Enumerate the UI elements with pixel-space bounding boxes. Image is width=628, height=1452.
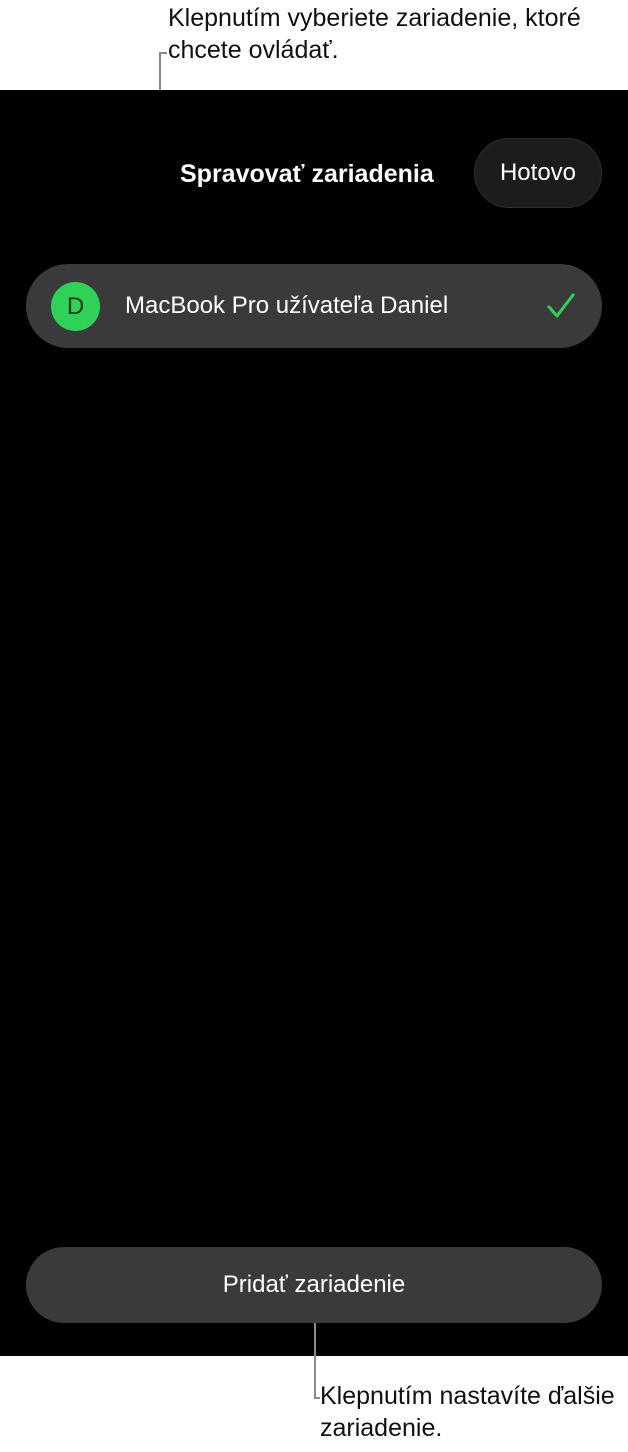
done-button[interactable]: Hotovo (474, 138, 602, 208)
device-avatar: D (51, 282, 100, 331)
checkmark-icon (547, 293, 575, 318)
callout-top-leader-tick (159, 52, 167, 54)
callout-bottom-leader-line (314, 1323, 316, 1399)
add-device-button[interactable]: Pridať zariadenie (26, 1247, 602, 1323)
callout-select-device: Klepnutím vyberiete zariadenie, ktoré ch… (168, 4, 581, 64)
page-title: Spravovať zariadenia (180, 160, 434, 188)
callout-add-device: Klepnutím nastavíte ďalšie zariadenie. (320, 1382, 615, 1442)
device-row-macbook[interactable]: D MacBook Pro užívateľa Daniel (26, 264, 602, 348)
device-name-label: MacBook Pro užívateľa Daniel (125, 292, 449, 319)
